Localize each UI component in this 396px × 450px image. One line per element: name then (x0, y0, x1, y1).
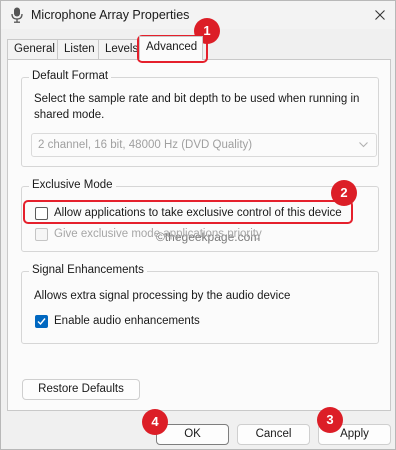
annotation-badge-3: 3 (317, 407, 343, 433)
checkmark-icon (37, 318, 46, 326)
default-format-legend: Default Format (29, 70, 112, 82)
audio-enhancements-checkbox[interactable] (35, 315, 48, 328)
exclusive-mode-legend: Exclusive Mode (29, 179, 116, 191)
window-title: Microphone Array Properties (31, 8, 190, 22)
restore-defaults-button[interactable]: Restore Defaults (22, 379, 140, 400)
properties-dialog: Microphone Array Properties General List… (0, 0, 396, 450)
annotation-box-exclusive-control (23, 200, 353, 224)
annotation-badge-2: 2 (331, 180, 357, 206)
exclusive-priority-label: Give exclusive mode applications priorit… (54, 228, 262, 240)
chevron-down-icon (359, 142, 368, 148)
signal-enhancements-legend: Signal Enhancements (29, 264, 147, 276)
microphone-icon (11, 7, 23, 23)
tab-general[interactable]: General (7, 39, 58, 59)
sample-rate-dropdown[interactable]: 2 channel, 16 bit, 48000 Hz (DVD Quality… (31, 133, 377, 157)
default-format-description: Select the sample rate and bit depth to … (34, 93, 360, 121)
cancel-button[interactable]: Cancel (237, 424, 310, 445)
tab-advanced[interactable]: Advanced (139, 36, 203, 60)
audio-enhancements-label: Enable audio enhancements (54, 315, 200, 327)
exclusive-priority-option[interactable]: Give exclusive mode applications priorit… (35, 227, 275, 243)
tab-listen[interactable]: Listen (57, 39, 99, 59)
close-button[interactable] (367, 3, 393, 27)
exclusive-priority-checkbox[interactable] (35, 228, 48, 241)
close-icon (375, 10, 385, 20)
annotation-badge-4: 4 (142, 409, 168, 435)
advanced-tab-panel: Default Format Select the sample rate an… (7, 59, 391, 411)
signal-enhancements-description: Allows extra signal processing by the au… (34, 290, 291, 302)
tab-levels[interactable]: Levels (98, 39, 139, 59)
audio-enhancements-option[interactable]: Enable audio enhancements (35, 314, 215, 330)
sample-rate-value: 2 channel, 16 bit, 48000 Hz (DVD Quality… (38, 139, 253, 151)
signal-enhancements-group: Signal Enhancements (21, 264, 379, 344)
